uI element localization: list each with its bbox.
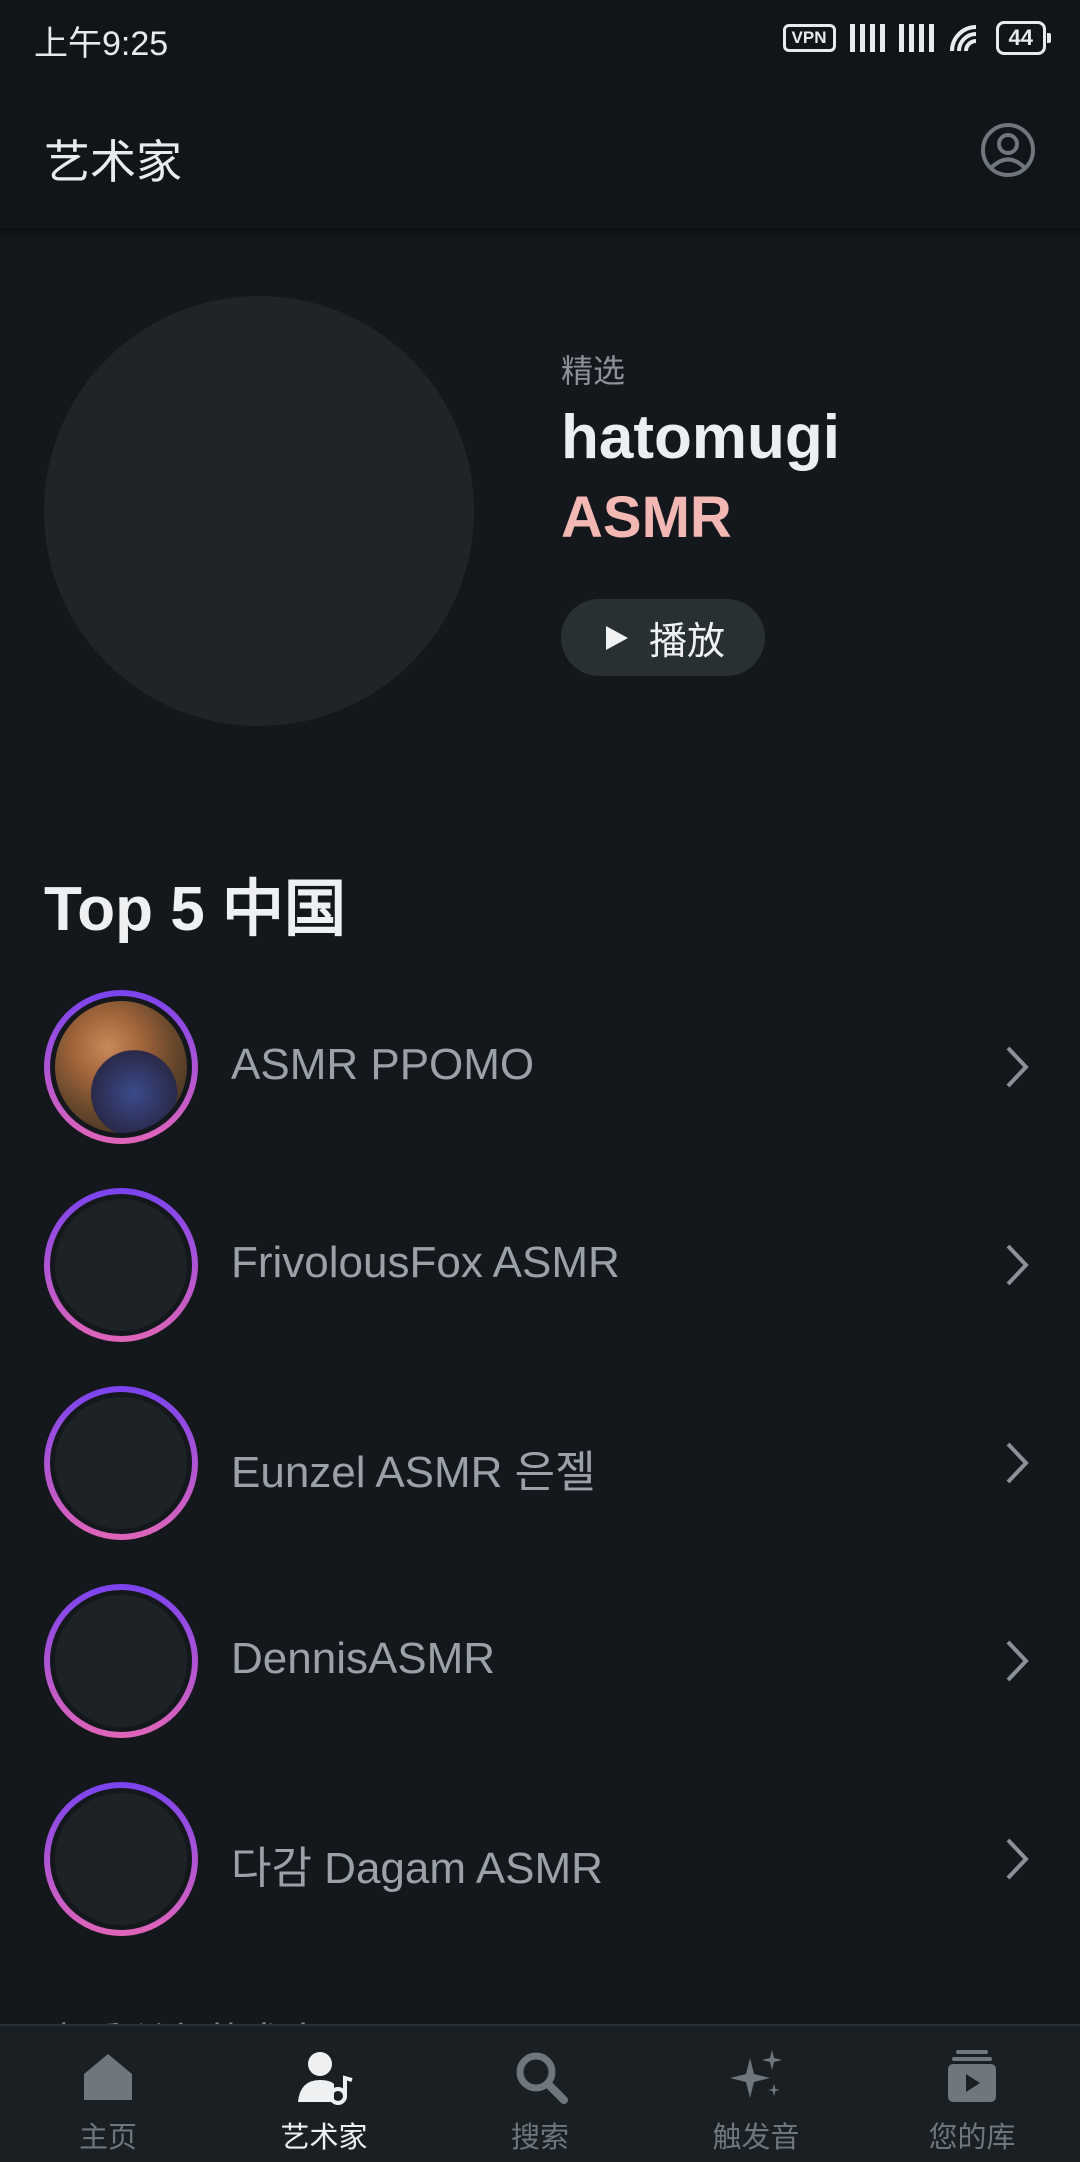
featured-artist-image[interactable]	[44, 296, 474, 726]
list-item[interactable]: Eunzel ASMR 은젤	[0, 1386, 1080, 1546]
chevron-right-icon	[1006, 1838, 1029, 1880]
featured-artist-subtitle: ASMR	[561, 485, 732, 550]
library-icon	[948, 2050, 996, 2102]
signal-icon-2	[898, 24, 934, 52]
status-time: 上午9:25	[34, 25, 169, 63]
nav-item-triggers[interactable]: 触发音	[648, 2026, 864, 2162]
wifi-icon	[949, 25, 976, 52]
play-button-label: 播放	[648, 621, 725, 663]
avatar	[44, 1188, 198, 1342]
page-title: 艺术家	[44, 136, 182, 188]
nav-label: 搜索	[510, 2122, 569, 2154]
list-item[interactable]: FrivolousFox ASMR	[0, 1188, 1080, 1348]
chevron-right-icon	[1006, 1442, 1029, 1484]
featured-artist-name[interactable]: hatomugi	[561, 402, 840, 473]
list-item-label: Eunzel ASMR 은젤	[231, 1448, 596, 1497]
account-icon[interactable]	[980, 122, 1036, 178]
battery-icon: 44	[995, 21, 1052, 55]
list-item[interactable]: ASMR PPOMO	[0, 990, 1080, 1150]
search-icon	[516, 2052, 568, 2104]
section-title: Top 5 中国	[44, 875, 346, 944]
app-bar: 艺术家	[0, 76, 1080, 228]
nav-label: 您的库	[928, 2122, 1016, 2154]
nav-item-search[interactable]: 搜索	[432, 2026, 648, 2162]
list-item[interactable]: 다감 Dagam ASMR	[0, 1782, 1080, 1942]
avatar	[44, 1386, 198, 1540]
nav-item-artists[interactable]: 艺术家	[216, 2026, 432, 2162]
status-icons: VPN 44	[782, 20, 1052, 56]
play-button[interactable]: 播放	[561, 599, 765, 676]
list-item-label: FrivolousFox ASMR	[231, 1238, 620, 1287]
nav-label: 艺术家	[280, 2122, 368, 2154]
chevron-right-icon	[1006, 1244, 1029, 1286]
bottom-nav: 主页 艺术家 搜索 触发音 您的库	[0, 2024, 1080, 2162]
list-item[interactable]: DennisASMR	[0, 1584, 1080, 1744]
nav-label: 触发音	[712, 2122, 800, 2154]
status-bar: 上午9:25 VPN 44	[0, 0, 1080, 76]
nav-item-library[interactable]: 您的库	[864, 2026, 1080, 2162]
chevron-right-icon	[1006, 1046, 1029, 1088]
artist-icon	[298, 2052, 353, 2105]
avatar	[44, 1782, 198, 1936]
list-item-label: ASMR PPOMO	[231, 1040, 535, 1089]
signal-icon	[849, 24, 885, 52]
nav-item-home[interactable]: 主页	[0, 2026, 216, 2162]
play-icon	[605, 625, 628, 650]
list-item-label: DennisASMR	[231, 1634, 496, 1683]
home-icon	[84, 2054, 132, 2100]
nav-label: 主页	[78, 2122, 137, 2154]
avatar	[44, 1584, 198, 1738]
featured-tag: 精选	[561, 353, 626, 389]
list-item-label: 다감 Dagam ASMR	[231, 1844, 603, 1893]
avatar	[44, 990, 198, 1144]
chevron-right-icon	[1006, 1640, 1029, 1682]
sparkle-icon	[730, 2050, 782, 2098]
vpn-icon: VPN	[782, 24, 836, 52]
